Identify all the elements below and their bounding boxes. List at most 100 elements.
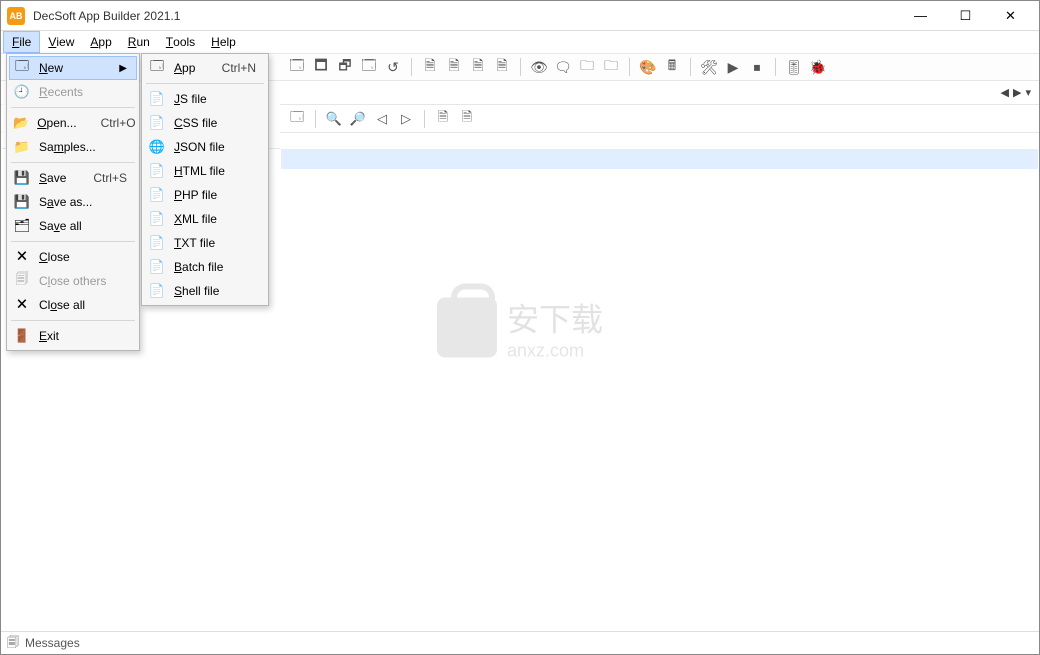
- close-button[interactable]: ✕: [988, 1, 1033, 31]
- menu-item-close-all[interactable]: 🗙Close all: [9, 293, 137, 317]
- toolbar-button[interactable]: 🖩: [660, 55, 684, 79]
- new-submenu: 🗔 App Ctrl+N 📄JS file📄CSS file🌐JSON file📄HT…: [141, 53, 269, 306]
- menu-item-json-file[interactable]: 🌐JSON file: [144, 135, 266, 159]
- menu-help[interactable]: Help: [203, 31, 244, 53]
- toolbar-button[interactable]: 🗎: [466, 55, 490, 79]
- toolbar-button[interactable]: 🗎: [442, 55, 466, 79]
- stop-icon[interactable]: ⏹: [745, 55, 769, 79]
- menu-item-samples[interactable]: 📁Samples...: [9, 135, 137, 159]
- selection-row[interactable]: [281, 149, 1038, 169]
- menu-item-css-file[interactable]: 📄CSS file: [144, 111, 266, 135]
- toolbar-button[interactable]: 🗨: [551, 55, 575, 79]
- toolbar-button[interactable]: 🗔: [357, 55, 381, 79]
- window-title: DecSoft App Builder 2021.1: [33, 9, 898, 23]
- menu-tools[interactable]: Tools: [158, 31, 203, 53]
- findall-icon[interactable]: 🔎: [346, 107, 370, 131]
- toolbar-button[interactable]: 🗗: [333, 55, 357, 79]
- menu-item-icon: 🗔: [148, 59, 166, 77]
- menu-item-label: Batch file: [174, 260, 256, 274]
- submenu-arrow-icon: ▶: [119, 63, 127, 74]
- toolbar-button[interactable]: 👁: [527, 55, 551, 79]
- menu-item-shortcut: Ctrl+S: [93, 171, 127, 185]
- menu-item-save[interactable]: 💾SaveCtrl+S: [9, 166, 137, 190]
- sliders-icon[interactable]: 🎚: [782, 55, 806, 79]
- menu-item-js-file[interactable]: 📄JS file: [144, 87, 266, 111]
- menu-item-label: Samples...: [39, 140, 127, 154]
- menu-item-txt-file[interactable]: 📄TXT file: [144, 231, 266, 255]
- menu-item-icon: 🗐: [13, 272, 31, 290]
- menu-item-open[interactable]: 📂Open...Ctrl+O: [9, 111, 137, 135]
- menu-item-xml-file[interactable]: 📄 XML file: [144, 207, 266, 231]
- toolbar-button[interactable]: 🗀: [575, 55, 599, 79]
- file-menu: 🗔New▶🕘Recents📂Open...Ctrl+O📁Samples...💾S…: [6, 53, 140, 351]
- menu-separator: [146, 83, 264, 84]
- menu-item-icon: 📂: [13, 114, 29, 132]
- menu-item-label: App: [174, 61, 198, 75]
- menu-run[interactable]: Run: [120, 31, 158, 53]
- menu-item-label: XML file: [174, 212, 256, 226]
- menu-item-label: Close others: [39, 274, 127, 288]
- menu-separator: [11, 107, 135, 108]
- menu-item-label: New: [39, 61, 95, 75]
- menu-item-save-as[interactable]: 💾Save as...: [9, 190, 137, 214]
- menu-item-icon: 🚪: [13, 327, 31, 345]
- menu-item-label: Recents: [39, 85, 127, 99]
- menu-item-php-file[interactable]: 📄 PHP file: [144, 183, 266, 207]
- toolbar-button[interactable]: 🗖: [309, 55, 333, 79]
- tab-next-icon[interactable]: ▶: [1013, 86, 1021, 99]
- page-icon[interactable]: 🗎: [455, 107, 479, 131]
- menu-item-batch-file[interactable]: 📄Batch file: [144, 255, 266, 279]
- menu-item-app[interactable]: 🗔 App Ctrl+N: [144, 56, 266, 80]
- tab-menu-icon[interactable]: ▾: [1025, 86, 1031, 99]
- menu-file[interactable]: File: [3, 31, 40, 53]
- prev-icon[interactable]: ◁: [370, 107, 394, 131]
- menu-item-icon: 🗔: [13, 59, 31, 77]
- menu-item-label: Save: [39, 171, 69, 185]
- editor-area[interactable]: [281, 149, 1038, 630]
- titlebar: AB DecSoft App Builder 2021.1 — ☐ ✕: [1, 1, 1039, 31]
- menu-item-label: Open...: [37, 116, 76, 130]
- menu-separator: [11, 162, 135, 163]
- menu-app[interactable]: App: [82, 31, 119, 53]
- toolbar-button[interactable]: 🗎: [418, 55, 442, 79]
- menu-item-exit[interactable]: 🚪Exit: [9, 324, 137, 348]
- menu-view[interactable]: View: [40, 31, 82, 53]
- menu-item-shortcut: Ctrl+N: [222, 61, 256, 75]
- menu-item-shell-file[interactable]: 📄Shell file: [144, 279, 266, 303]
- menu-item-label: PHP file: [174, 188, 256, 202]
- menu-item-icon: 🗂: [13, 217, 31, 235]
- tab-prev-icon[interactable]: ◀: [1001, 86, 1009, 99]
- menu-item-icon: 📄: [148, 210, 166, 228]
- menu-item-close[interactable]: 🗙Close: [9, 245, 137, 269]
- toolbar-button[interactable]: 🗀: [599, 55, 623, 79]
- menu-item-icon: 🗙: [13, 296, 31, 314]
- toolbar-button[interactable]: 🎨: [636, 55, 660, 79]
- run-icon[interactable]: ▶: [721, 55, 745, 79]
- app-icon: AB: [7, 7, 25, 25]
- menu-item-icon: 📄: [148, 162, 166, 180]
- toolbar-button[interactable]: 🗔: [285, 55, 309, 79]
- page-icon[interactable]: 🗎: [431, 107, 455, 131]
- menu-item-icon: 📄: [148, 90, 166, 108]
- menu-item-new[interactable]: 🗔 New ▶: [9, 56, 137, 80]
- menu-item-icon: 🕘: [13, 83, 31, 101]
- bug-icon[interactable]: 🐞: [806, 55, 830, 79]
- maximize-button[interactable]: ☐: [943, 1, 988, 31]
- menu-item-html-file[interactable]: 📄HTML file: [144, 159, 266, 183]
- menu-item-label: Close: [39, 250, 127, 264]
- menu-item-label: Save all: [39, 219, 127, 233]
- subtool-new-icon[interactable]: 🗔: [285, 107, 309, 131]
- messages-label[interactable]: Messages: [25, 636, 80, 650]
- settings-icon[interactable]: 🛠: [697, 55, 721, 79]
- menu-item-label: Shell file: [174, 284, 256, 298]
- toolbar-button[interactable]: ↺: [381, 55, 405, 79]
- messages-icon[interactable]: 🗐: [7, 633, 19, 654]
- menu-item-save-all[interactable]: 🗂 Save all: [9, 214, 137, 238]
- menu-item-icon: 🌐: [148, 138, 166, 156]
- minimize-button[interactable]: —: [898, 1, 943, 31]
- menu-item-icon: 📄: [148, 186, 166, 204]
- next-icon[interactable]: ▷: [394, 107, 418, 131]
- toolbar-button[interactable]: 🗎: [490, 55, 514, 79]
- find-icon[interactable]: 🔍: [322, 107, 346, 131]
- menu-separator: [11, 241, 135, 242]
